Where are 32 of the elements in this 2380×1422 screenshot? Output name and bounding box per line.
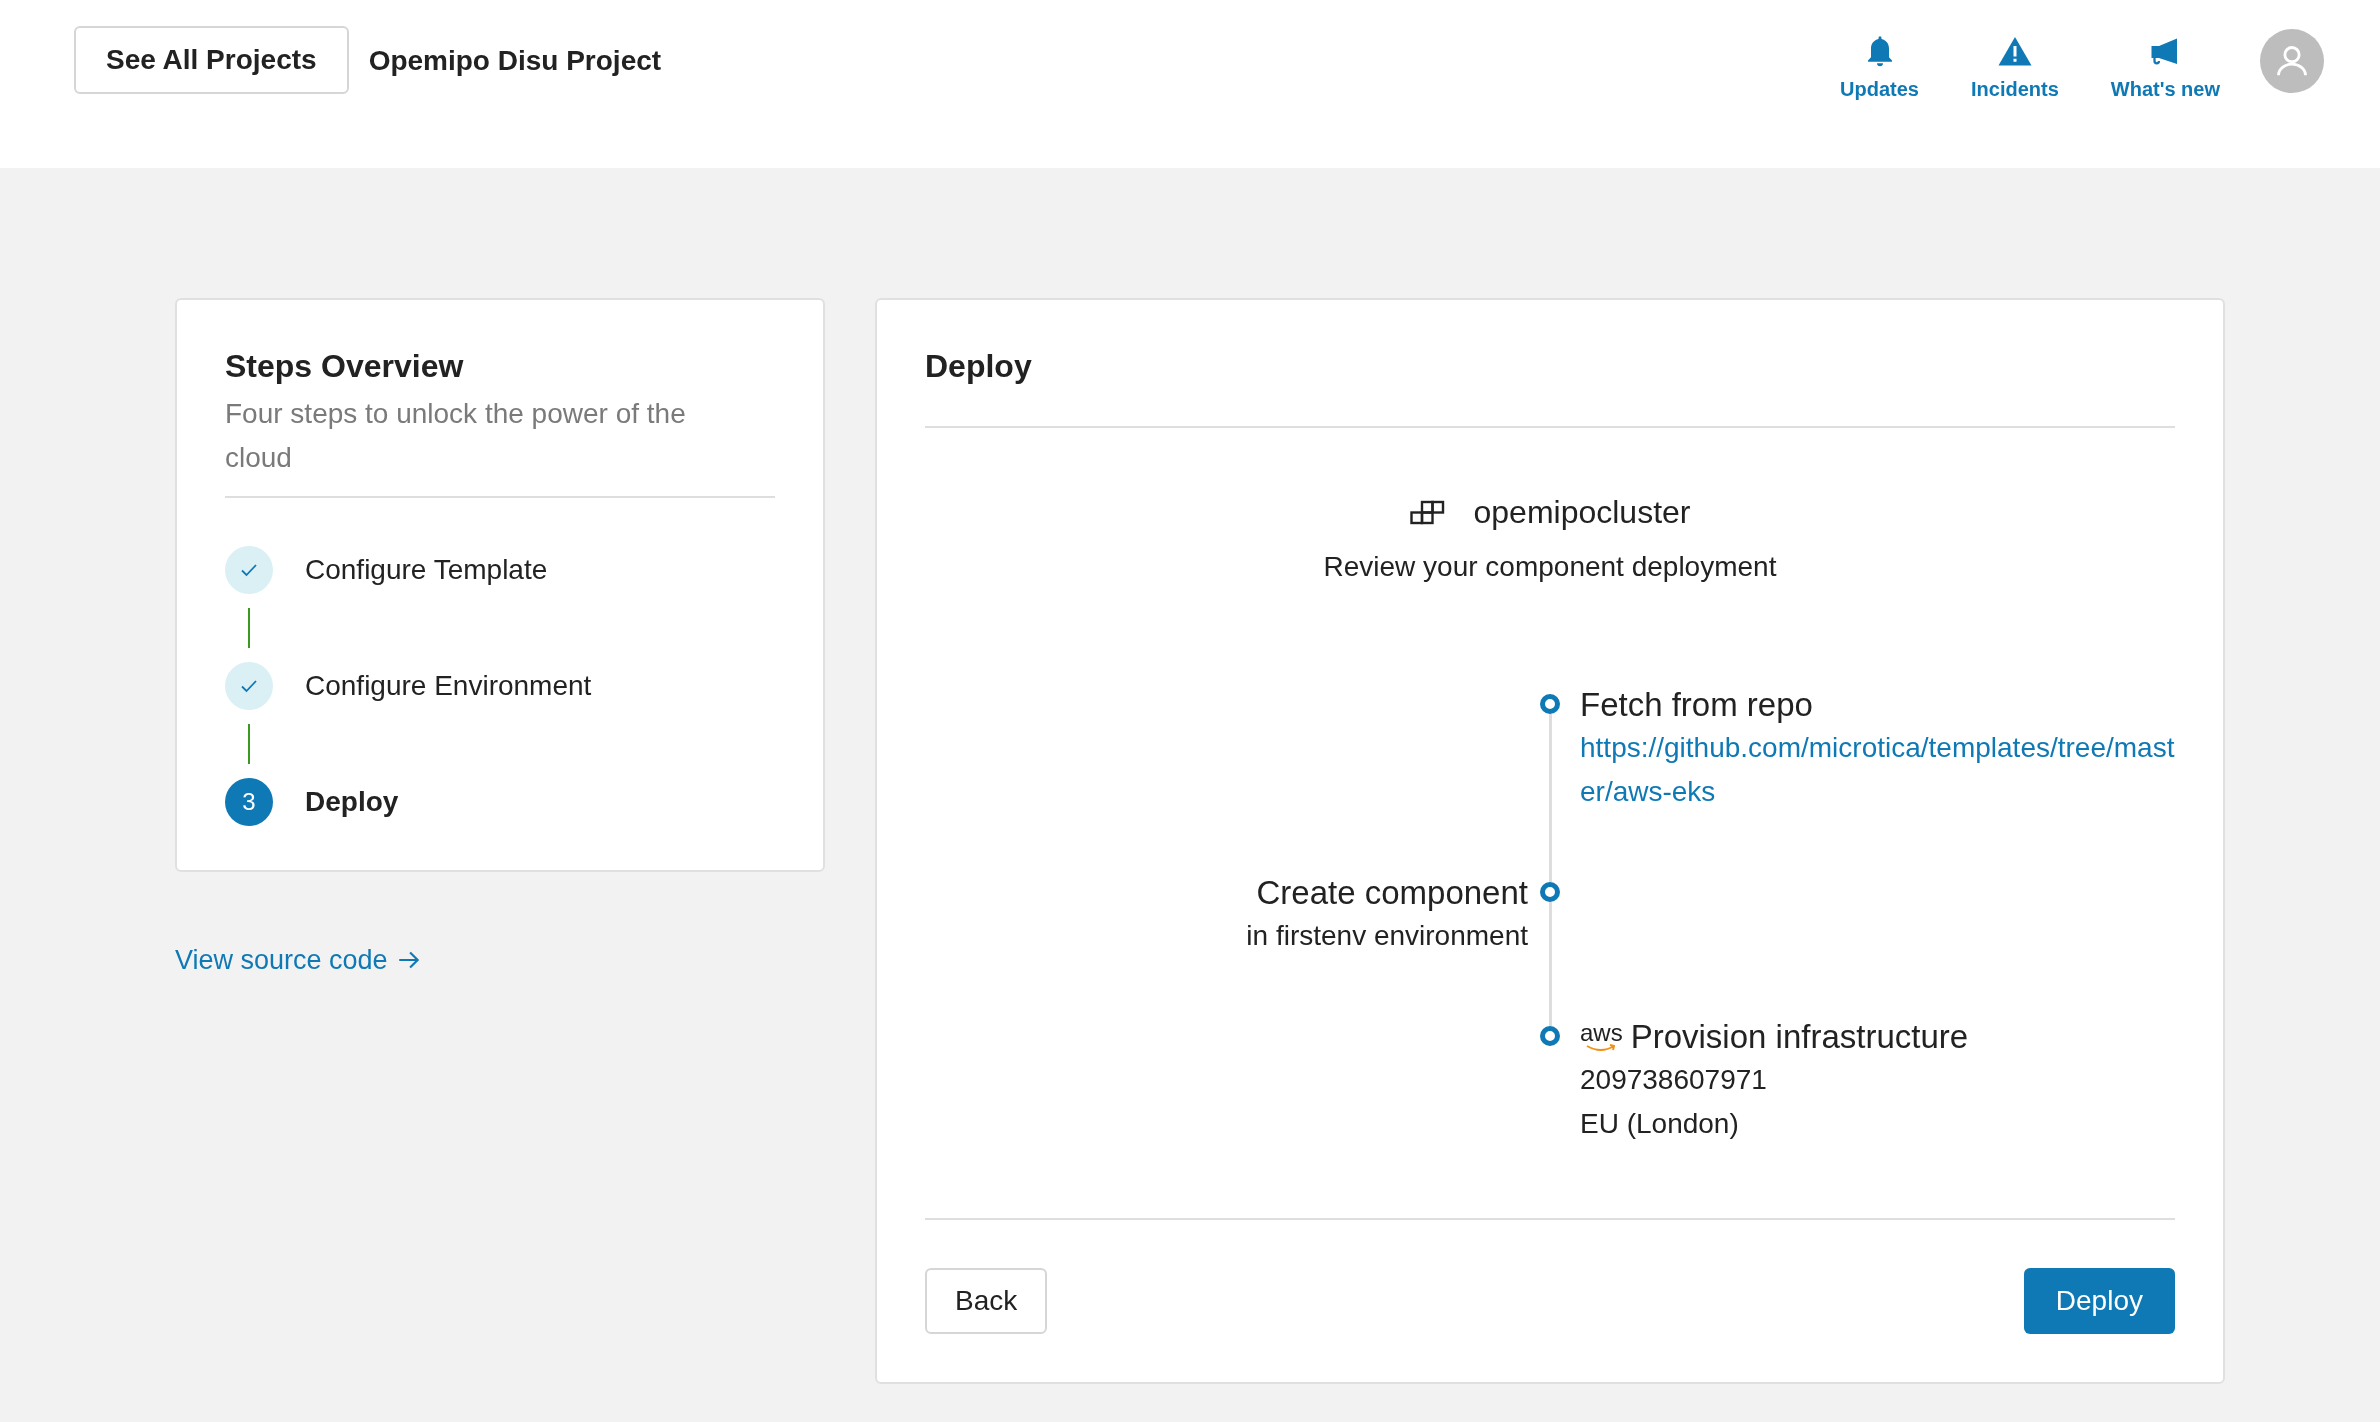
blocks-icon	[1409, 498, 1446, 526]
step-detail: in firstenv environment	[1245, 919, 1528, 953]
repo-link[interactable]: https://github.com/microtica/templates/tree/master/aws-eks	[1580, 726, 2175, 814]
see-all-projects-button[interactable]: See All Projects	[74, 26, 349, 94]
steps-subtitle: Four steps to unlock the power of the cloud	[225, 397, 687, 475]
step-connector	[248, 724, 250, 764]
timeline-dot	[1540, 694, 1560, 714]
deploy-title: Deploy	[925, 347, 1033, 386]
step-label: Deploy	[305, 785, 399, 819]
deployment-description: Review your component deployment	[1323, 550, 1777, 584]
step-title: Provision infrastructure	[1630, 1017, 1969, 1057]
step-title: Fetch from repo	[1580, 685, 1813, 725]
cluster-name: opemipocluster	[1473, 493, 1691, 532]
aws-logo: aws	[1580, 1022, 1623, 1052]
smile-arrow-icon	[1586, 1044, 1617, 1052]
step-label: Configure Template	[305, 553, 548, 587]
step-label: Configure Environment	[305, 669, 592, 703]
nav-link[interactable]: Incidents	[1971, 26, 2059, 104]
nav-link[interactable]: Updates	[1840, 26, 1919, 104]
steps-title: Steps Overview	[225, 347, 465, 386]
step-detail: EU (London)	[1580, 1107, 1740, 1141]
nav-link[interactable]: What's new	[2110, 26, 2220, 104]
step-connector	[248, 608, 250, 648]
timeline-dot	[1540, 1026, 1560, 1046]
view-source-link[interactable]: View source code	[175, 940, 422, 981]
deploy-button[interactable]: Deploy	[2023, 1268, 2175, 1334]
timeline-dot	[1540, 882, 1560, 902]
step-number: 3	[225, 778, 273, 826]
project-title: Opemipo Disu Project	[368, 44, 662, 78]
step-title: Create component	[1256, 873, 1528, 913]
back-button[interactable]: Back	[925, 1268, 1048, 1334]
step-detail: 209738607971	[1580, 1063, 1768, 1097]
